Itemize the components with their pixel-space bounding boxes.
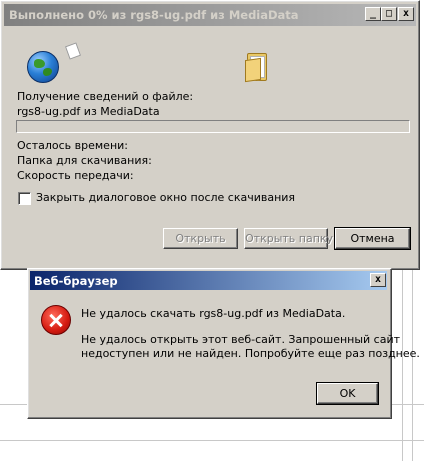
- close-button[interactable]: x: [398, 7, 414, 21]
- download-dialog: Выполнено 0% из rgs8-ug.pdf из MediaData…: [0, 0, 420, 270]
- error-message-summary: Не удалось скачать rgs8-ug.pdf из MediaD…: [81, 307, 346, 320]
- file-name-label: rgs8-ug.pdf из MediaData: [17, 105, 160, 118]
- maximize-button[interactable]: □: [381, 7, 397, 21]
- background-divider: [402, 268, 403, 461]
- status-label: Получение сведений о файле:: [17, 90, 194, 103]
- error-icon: [41, 305, 71, 335]
- document-icon: [64, 42, 82, 60]
- minimize-button[interactable]: _: [365, 7, 381, 21]
- download-progress-bar: [16, 120, 410, 133]
- open-button[interactable]: Открыть: [163, 228, 238, 249]
- close-button[interactable]: x: [370, 273, 386, 287]
- download-dialog-title: Выполнено 0% из rgs8-ug.pdf из MediaData: [9, 8, 299, 22]
- open-folder-button[interactable]: Открыть папку: [244, 228, 333, 249]
- error-dialog-titlebar[interactable]: Веб-браузер x: [30, 271, 387, 290]
- download-folder-label: Папка для скачивания:: [17, 154, 152, 167]
- close-on-complete-label[interactable]: Закрыть диалоговое окно после скачивания: [36, 191, 295, 204]
- close-on-complete-checkbox[interactable]: [18, 192, 31, 205]
- error-dialog-title: Веб-браузер: [34, 274, 118, 288]
- globe-icon: [27, 51, 59, 83]
- error-message-detail-line2: недоступен или не найден. Попробуйте еще…: [81, 347, 420, 360]
- ok-button[interactable]: OK: [316, 382, 379, 405]
- error-message-detail-line1: Не удалось открыть этот веб-сайт. Запрош…: [81, 333, 401, 346]
- folder-icon: [245, 53, 267, 83]
- transfer-rate-label: Скорость передачи:: [17, 169, 134, 182]
- background-divider: [0, 440, 424, 441]
- background-divider: [412, 268, 413, 461]
- error-dialog: Веб-браузер x Не удалось скачать rgs8-ug…: [27, 268, 420, 419]
- download-dialog-titlebar[interactable]: Выполнено 0% из rgs8-ug.pdf из MediaData…: [4, 4, 416, 26]
- cancel-button[interactable]: Отмена: [334, 227, 411, 250]
- time-left-label: Осталось времени:: [17, 139, 128, 152]
